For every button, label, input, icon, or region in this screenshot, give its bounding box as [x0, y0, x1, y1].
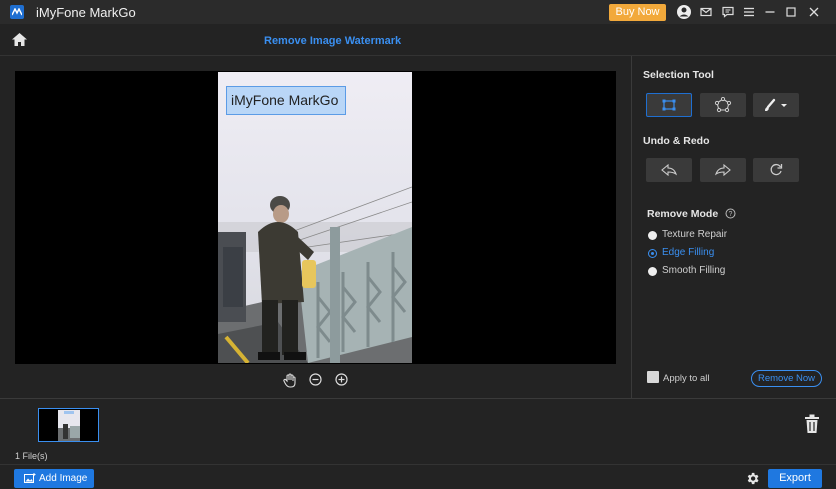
undo-button[interactable]	[646, 158, 692, 182]
help-icon[interactable]: ?	[725, 208, 736, 222]
image-thumbnail[interactable]	[38, 408, 99, 442]
footer-divider	[0, 464, 836, 465]
gear-icon[interactable]	[745, 471, 760, 489]
rectangle-select-icon	[662, 99, 676, 111]
watermark-selection[interactable]: iMyFone MarkGo	[226, 86, 346, 115]
refresh-icon	[770, 163, 783, 176]
mode-label: Smooth Filling	[662, 265, 726, 276]
remove-mode-title: Remove Mode	[647, 208, 719, 220]
title-bar: iMyFone MarkGo Buy Now	[0, 0, 836, 24]
brush-icon	[765, 98, 787, 111]
app-title: iMyFone MarkGo	[36, 5, 136, 20]
selection-tool-title: Selection Tool	[643, 69, 714, 81]
zoom-in-icon[interactable]	[335, 373, 348, 389]
remove-now-button[interactable]: Remove Now	[751, 370, 822, 387]
zoom-out-icon[interactable]	[309, 373, 322, 389]
photo-preview[interactable]	[218, 72, 412, 363]
reset-button[interactable]	[753, 158, 799, 182]
home-icon[interactable]	[11, 32, 28, 50]
radio-texture-repair[interactable]	[648, 231, 657, 240]
add-image-icon	[24, 473, 36, 483]
thumbnail-preview	[58, 410, 80, 441]
hand-tool-icon[interactable]	[283, 373, 297, 391]
radio-edge-filling[interactable]	[648, 249, 657, 258]
redo-icon	[715, 164, 731, 176]
minimize-icon[interactable]	[762, 4, 778, 20]
feedback-icon[interactable]	[720, 4, 736, 20]
trash-icon[interactable]	[804, 414, 820, 437]
redo-button[interactable]	[700, 158, 746, 182]
lasso-select-button[interactable]	[700, 93, 746, 117]
rectangle-select-button[interactable]	[646, 93, 692, 117]
menu-icon[interactable]	[741, 4, 757, 20]
page-title: Remove Image Watermark	[264, 35, 402, 47]
add-image-button[interactable]: Add Image	[14, 469, 94, 488]
undo-redo-title: Undo & Redo	[643, 135, 710, 147]
undo-icon	[661, 164, 677, 176]
header-bar: Remove Image Watermark	[0, 24, 836, 56]
apply-to-all-checkbox[interactable]	[647, 371, 659, 383]
mail-icon[interactable]	[698, 4, 714, 20]
files-count: 1 File(s)	[15, 451, 48, 461]
lasso-select-icon	[714, 97, 732, 113]
add-image-label: Add Image	[39, 473, 88, 484]
radio-smooth-filling[interactable]	[648, 267, 657, 276]
brush-select-button[interactable]	[753, 93, 799, 117]
buy-now-button[interactable]: Buy Now	[609, 4, 666, 21]
close-icon[interactable]	[806, 4, 822, 20]
svg-text:?: ?	[729, 211, 733, 218]
mode-label: Edge Filling	[662, 247, 715, 258]
app-logo-icon	[10, 5, 24, 19]
watermark-text: iMyFone MarkGo	[231, 92, 339, 108]
account-icon[interactable]	[676, 4, 692, 20]
maximize-icon[interactable]	[783, 4, 799, 20]
mode-label: Texture Repair	[662, 229, 728, 240]
filmstrip	[0, 398, 836, 464]
apply-to-all-label: Apply to all	[663, 373, 710, 384]
export-button[interactable]: Export	[768, 469, 822, 488]
